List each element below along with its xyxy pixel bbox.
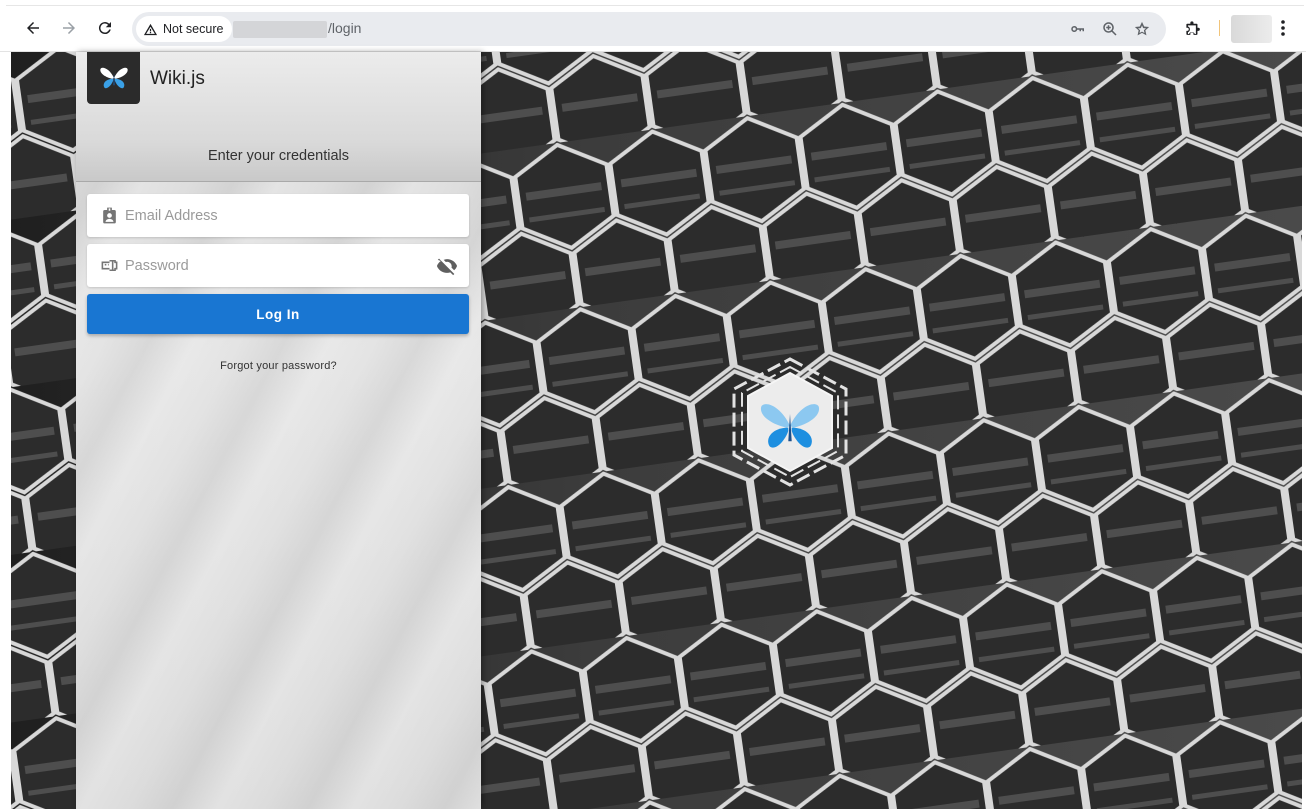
zoom-icon — [1103, 22, 1117, 36]
bookmark-button[interactable] — [1132, 19, 1152, 39]
forgot-password-link[interactable]: Forgot your password? — [76, 360, 481, 372]
email-field[interactable] — [87, 194, 469, 237]
warning-triangle-icon — [143, 23, 158, 35]
security-indicator[interactable]: Not secure — [136, 16, 233, 42]
toolbar-divider — [1219, 20, 1220, 36]
forward-button[interactable] — [56, 15, 82, 41]
password-field[interactable] — [87, 244, 469, 287]
contact-card-icon — [99, 206, 119, 226]
url-path: /login — [328, 20, 362, 36]
browser-toolbar: Not secure /login — [0, 0, 1306, 52]
security-label: Not secure — [163, 22, 224, 36]
password-input[interactable] — [125, 257, 435, 274]
extensions-button[interactable] — [1182, 17, 1204, 39]
textbox-password-icon — [99, 256, 119, 276]
login-header: Wiki.js Enter your credentials — [76, 52, 481, 182]
star-icon — [1134, 21, 1150, 36]
password-visibility-toggle[interactable] — [435, 254, 459, 278]
site-title: Wiki.js — [150, 68, 205, 89]
butterfly-logo-icon — [99, 67, 128, 89]
hexagon-logo-emblem — [732, 357, 848, 487]
site-logo[interactable] — [87, 52, 140, 104]
puzzle-icon — [1185, 20, 1200, 35]
password-manager-button[interactable] — [1068, 19, 1088, 39]
arrow-right-icon — [63, 22, 75, 34]
email-input[interactable] — [125, 207, 469, 224]
login-button[interactable]: Log In — [87, 294, 469, 334]
credentials-heading: Enter your credentials — [207, 148, 350, 164]
url-host-redacted — [233, 21, 327, 38]
arrow-left-icon — [27, 22, 39, 34]
zoom-button[interactable] — [1100, 19, 1120, 39]
browser-menu-button[interactable] — [1274, 17, 1292, 39]
address-bar[interactable]: Not secure /login — [132, 12, 1166, 46]
login-panel: Wiki.js Enter your credentials Log In Fo… — [76, 52, 481, 809]
reload-icon — [98, 22, 111, 35]
reload-button[interactable] — [92, 15, 118, 41]
kebab-menu-icon — [1281, 20, 1285, 36]
back-button[interactable] — [20, 15, 46, 41]
profile-avatar[interactable] — [1231, 15, 1272, 43]
key-icon — [1071, 25, 1084, 32]
eye-off-icon — [436, 258, 458, 275]
